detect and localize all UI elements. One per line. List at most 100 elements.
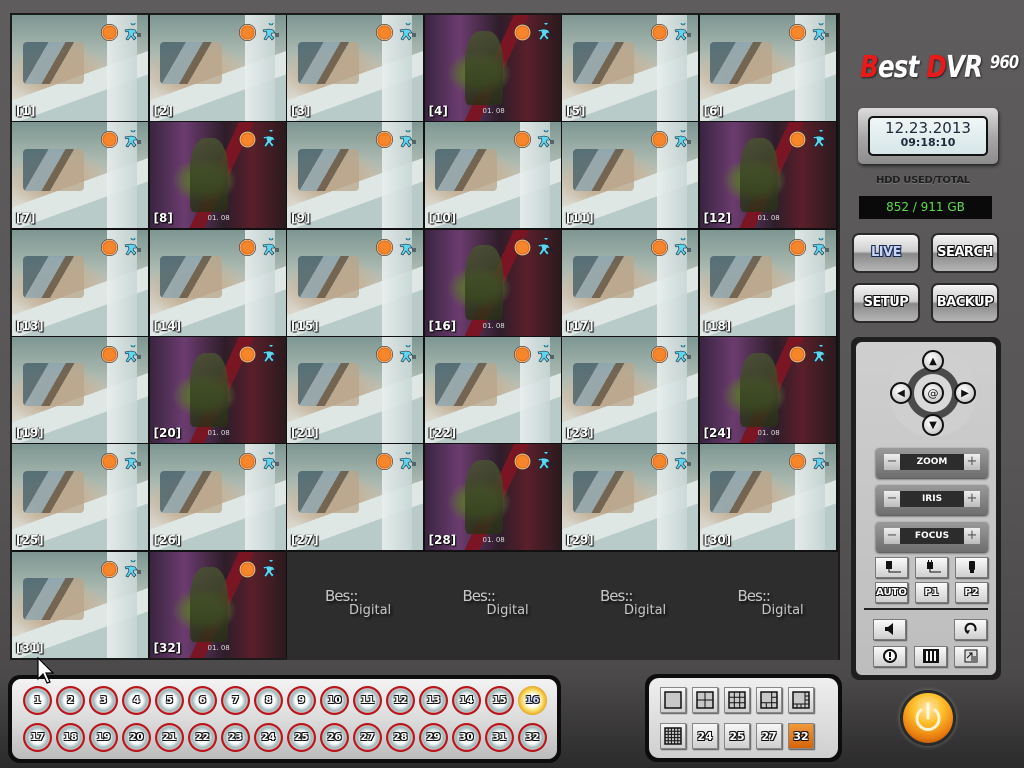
iris-plus-button[interactable]: + [964, 491, 980, 507]
channel-15-button[interactable]: 15 [485, 686, 514, 715]
camera-tile[interactable]: [25] [12, 444, 148, 551]
layout-8-button[interactable] [788, 687, 814, 713]
channel-3-button[interactable]: 3 [89, 686, 118, 715]
rotate-button[interactable] [954, 619, 987, 640]
channel-19-button[interactable]: 19 [89, 723, 118, 752]
channel-6-button[interactable]: 6 [188, 686, 217, 715]
camera-tile[interactable]: [19] [12, 336, 148, 443]
camera-tile[interactable]: [13] [12, 229, 148, 336]
sequence-button[interactable] [914, 646, 947, 667]
preset-p1-button[interactable]: P1 [915, 582, 948, 603]
pan-up-button[interactable]: ▲ [922, 350, 944, 372]
camera-tile[interactable]: 01. 08 [16] [424, 229, 561, 336]
backup-button[interactable]: BACKUP [931, 283, 999, 323]
channel-9-button[interactable]: 9 [287, 686, 316, 715]
camera-tile[interactable]: [18] [699, 229, 836, 336]
channel-20-button[interactable]: 20 [122, 723, 151, 752]
fullscreen-button[interactable] [954, 646, 987, 667]
camera-tile[interactable]: [21] [287, 336, 423, 443]
camera-tile[interactable]: [2] [149, 15, 286, 121]
layout-25-button[interactable]: 25 [724, 723, 750, 749]
camera-tile[interactable]: 01. 08 [20] [149, 336, 286, 443]
auto-button[interactable]: AUTO [875, 582, 908, 603]
channel-21-button[interactable]: 21 [155, 723, 184, 752]
channel-5-button[interactable]: 5 [155, 686, 184, 715]
camera-tile[interactable]: 01. 08 [24] [699, 336, 836, 443]
layout-32-button[interactable]: 32 [788, 723, 814, 749]
channel-27-button[interactable]: 27 [353, 723, 382, 752]
channel-29-button[interactable]: 29 [419, 723, 448, 752]
channel-11-button[interactable]: 11 [353, 686, 382, 715]
camera-tile[interactable]: [29] [562, 444, 698, 551]
setup-button[interactable]: SETUP [852, 283, 920, 323]
camera-tile[interactable]: 01. 08 [12] [699, 122, 836, 229]
ptz-center-button[interactable]: @ [922, 382, 944, 404]
preset-p2-button[interactable]: P2 [955, 582, 988, 603]
channel-25-button[interactable]: 25 [287, 723, 316, 752]
camera-tile[interactable]: [9] [287, 122, 423, 229]
camera-tile[interactable]: [23] [562, 336, 698, 443]
camera-tile[interactable]: [6] [699, 15, 836, 121]
camera-tile[interactable]: 01. 08 [32] [149, 551, 286, 658]
camera-tile[interactable]: [27] [287, 444, 423, 551]
channel-32-button[interactable]: 32 [518, 723, 547, 752]
camera-tile[interactable]: [5] [562, 15, 698, 121]
zoom-minus-button[interactable]: − [884, 454, 900, 470]
channel-12-button[interactable]: 12 [386, 686, 415, 715]
channel-30-button[interactable]: 30 [452, 723, 481, 752]
channel-28-button[interactable]: 28 [386, 723, 415, 752]
channel-2-button[interactable]: 2 [56, 686, 85, 715]
camera-tile[interactable]: [14] [149, 229, 286, 336]
pan-left-button[interactable]: ◀ [890, 382, 912, 404]
camera-tile[interactable]: 01. 08 [28] [424, 444, 561, 551]
layout-6-button[interactable] [756, 687, 782, 713]
channel-1-button[interactable]: 1 [23, 686, 52, 715]
channel-24-button[interactable]: 24 [254, 723, 283, 752]
alarm-button[interactable] [873, 646, 906, 667]
aux-1-button[interactable] [875, 557, 908, 578]
layout-1-button[interactable] [660, 687, 686, 713]
camera-tile[interactable]: [15] [287, 229, 423, 336]
camera-tile[interactable]: [26] [149, 444, 286, 551]
camera-tile[interactable]: [7] [12, 122, 148, 229]
camera-tile[interactable]: [22] [424, 336, 561, 443]
channel-4-button[interactable]: 4 [122, 686, 151, 715]
light-button[interactable] [955, 557, 988, 578]
aux-2-button[interactable] [915, 557, 948, 578]
channel-26-button[interactable]: 26 [320, 723, 349, 752]
live-button[interactable]: LIVE [852, 233, 920, 273]
layout-24-button[interactable]: 24 [692, 723, 718, 749]
camera-tile[interactable]: 01. 08 [4] [424, 15, 561, 121]
channel-13-button[interactable]: 13 [419, 686, 448, 715]
channel-16-button[interactable]: 16 [518, 686, 547, 715]
layout-27-button[interactable]: 27 [756, 723, 782, 749]
channel-17-button[interactable]: 17 [23, 723, 52, 752]
channel-31-button[interactable]: 31 [485, 723, 514, 752]
zoom-plus-button[interactable]: + [964, 454, 980, 470]
audio-button[interactable] [873, 619, 906, 640]
camera-tile[interactable]: [1] [12, 15, 148, 121]
pan-right-button[interactable]: ▶ [954, 382, 976, 404]
power-button[interactable] [900, 690, 956, 746]
channel-8-button[interactable]: 8 [254, 686, 283, 715]
iris-minus-button[interactable]: − [884, 491, 900, 507]
search-button[interactable]: SEARCH [931, 233, 999, 273]
channel-22-button[interactable]: 22 [188, 723, 217, 752]
channel-23-button[interactable]: 23 [221, 723, 250, 752]
layout-16-button[interactable] [660, 723, 686, 749]
camera-tile[interactable]: [17] [562, 229, 698, 336]
camera-tile[interactable]: [11] [562, 122, 698, 229]
camera-tile[interactable]: [31] [12, 551, 148, 658]
channel-10-button[interactable]: 10 [320, 686, 349, 715]
channel-14-button[interactable]: 14 [452, 686, 481, 715]
camera-tile[interactable]: [10] [424, 122, 561, 229]
camera-tile[interactable]: 01. 08 [8] [149, 122, 286, 229]
camera-tile[interactable]: [30] [699, 444, 836, 551]
camera-tile[interactable]: [3] [287, 15, 423, 121]
layout-9-button[interactable] [724, 687, 750, 713]
pan-down-button[interactable]: ▼ [922, 414, 944, 436]
channel-7-button[interactable]: 7 [221, 686, 250, 715]
channel-18-button[interactable]: 18 [56, 723, 85, 752]
focus-minus-button[interactable]: − [884, 528, 900, 544]
focus-plus-button[interactable]: + [964, 528, 980, 544]
